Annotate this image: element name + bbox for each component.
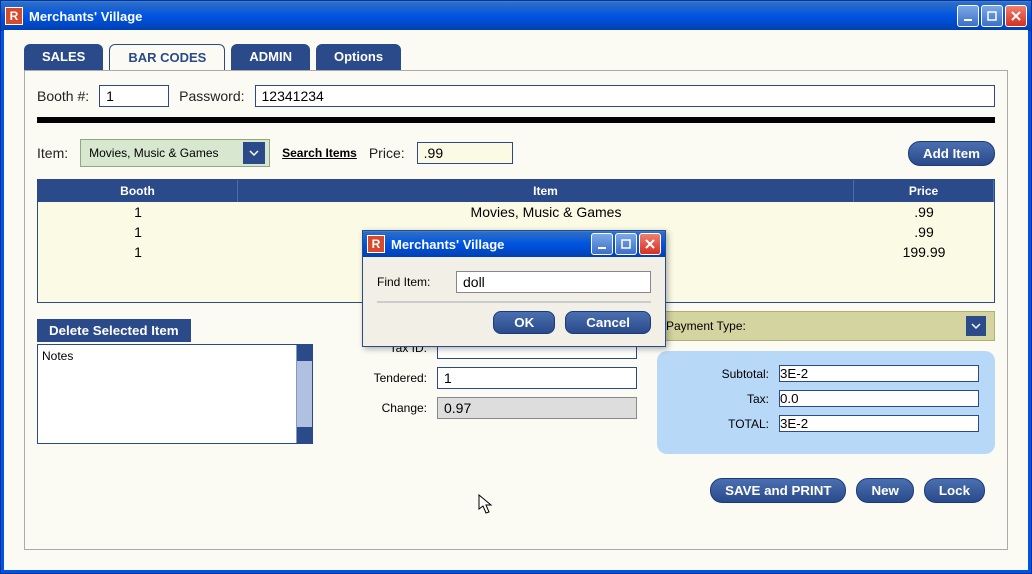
subtotal-output	[779, 365, 979, 382]
th-price: Price	[854, 180, 994, 202]
change-label: Change:	[347, 401, 427, 415]
tendered-input[interactable]	[437, 367, 637, 389]
ok-button[interactable]: OK	[493, 311, 555, 334]
window-title: Merchants' Village	[29, 9, 957, 24]
booth-input[interactable]	[99, 85, 169, 107]
tax-output	[779, 390, 979, 407]
tab-sales[interactable]: SALES	[24, 44, 103, 70]
dialog-title: Merchants' Village	[391, 237, 591, 252]
find-item-dialog: R Merchants' Village Find Item: OK Cance…	[362, 230, 666, 347]
delete-item-button[interactable]: Delete Selected Item	[37, 319, 191, 342]
tendered-label: Tendered:	[347, 371, 427, 385]
notes-textarea[interactable]: Notes	[37, 344, 313, 444]
tax-label: Tax:	[689, 392, 769, 406]
dialog-minimize-button[interactable]	[591, 233, 613, 255]
tab-barcodes[interactable]: BAR CODES	[109, 44, 225, 70]
chevron-down-icon[interactable]	[243, 142, 265, 164]
payment-type-label: Payment Type:	[666, 319, 746, 333]
maximize-button[interactable]	[981, 5, 1003, 27]
main-titlebar[interactable]: R Merchants' Village	[1, 1, 1031, 31]
scrollbar[interactable]	[296, 345, 312, 443]
app-icon: R	[5, 7, 23, 25]
cancel-button[interactable]: Cancel	[565, 311, 651, 334]
tab-admin[interactable]: ADMIN	[231, 44, 310, 70]
payment-type-dropdown[interactable]: Payment Type:	[657, 311, 995, 341]
cell-booth: 1	[38, 242, 238, 262]
change-output	[437, 397, 637, 419]
booth-label: Booth #:	[37, 88, 89, 104]
cell-price: .99	[854, 222, 994, 242]
search-items-link[interactable]: Search Items	[282, 146, 357, 160]
tab-options[interactable]: Options	[316, 44, 401, 70]
password-label: Password:	[179, 88, 244, 104]
close-button[interactable]	[1005, 5, 1027, 27]
price-label: Price:	[369, 145, 405, 161]
item-dropdown[interactable]: Movies, Music & Games	[80, 139, 270, 167]
new-button[interactable]: New	[856, 478, 913, 503]
save-print-button[interactable]: SAVE and PRINT	[710, 478, 846, 503]
cell-booth: 1	[38, 202, 238, 222]
lock-button[interactable]: Lock	[924, 478, 985, 503]
cell-price: 199.99	[854, 242, 994, 262]
add-item-button[interactable]: Add Item	[908, 141, 995, 166]
cell-item: Movies, Music & Games	[238, 202, 854, 222]
cell-booth: 1	[38, 222, 238, 242]
th-item: Item	[238, 180, 854, 202]
th-booth: Booth	[38, 180, 238, 202]
tab-bar: SALES BAR CODES ADMIN Options	[4, 30, 1028, 70]
notes-placeholder: Notes	[38, 345, 312, 367]
item-label: Item:	[37, 145, 68, 161]
dialog-divider	[377, 301, 651, 303]
minimize-button[interactable]	[957, 5, 979, 27]
cell-price: .99	[854, 202, 994, 222]
divider-bar	[37, 117, 995, 123]
totals-box: Subtotal: Tax: TOTAL:	[657, 351, 995, 454]
total-label: TOTAL:	[689, 417, 769, 431]
subtotal-label: Subtotal:	[689, 367, 769, 381]
find-item-label: Find Item:	[377, 275, 446, 289]
password-input[interactable]	[255, 85, 995, 107]
item-dropdown-value: Movies, Music & Games	[89, 146, 218, 160]
find-item-input[interactable]	[456, 271, 651, 293]
chevron-down-icon[interactable]	[966, 316, 986, 336]
total-output	[779, 415, 979, 432]
table-row[interactable]: 1 Movies, Music & Games .99	[38, 202, 994, 222]
dialog-titlebar[interactable]: R Merchants' Village	[363, 231, 665, 257]
app-icon: R	[367, 235, 385, 253]
price-input[interactable]	[417, 142, 513, 164]
dialog-maximize-button[interactable]	[615, 233, 637, 255]
dialog-close-button[interactable]	[639, 233, 661, 255]
